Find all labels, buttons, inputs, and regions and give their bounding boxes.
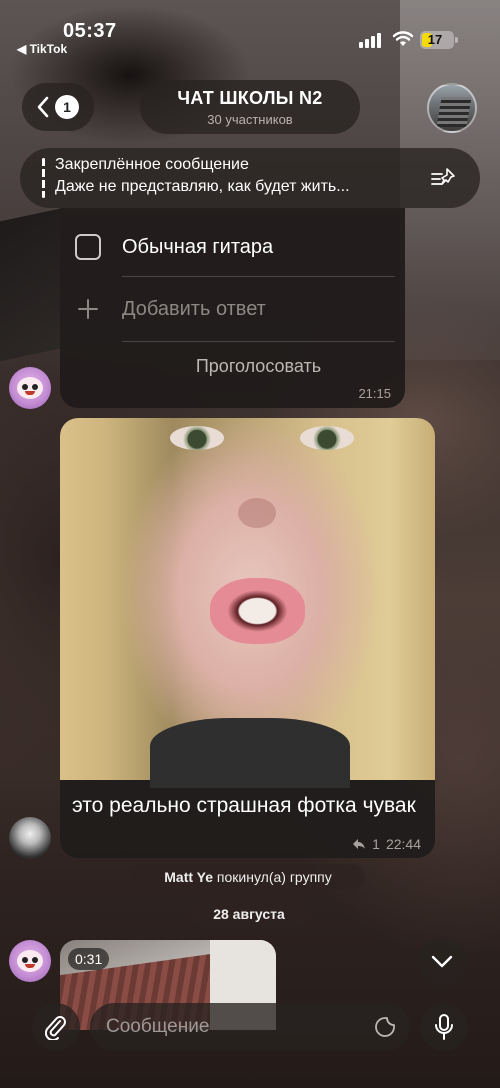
poll-option-checkbox[interactable] bbox=[75, 234, 101, 260]
video-duration: 0:31 bbox=[68, 948, 110, 970]
pinned-text: Даже не представляю, как будет жить... bbox=[55, 178, 350, 195]
pinned-label: Закреплённое сообщение bbox=[55, 156, 249, 173]
reply-count[interactable]: 1 bbox=[372, 836, 380, 852]
chat-title: ЧАТ ШКОЛЫ N2 bbox=[177, 88, 323, 108]
wifi-icon bbox=[392, 31, 414, 46]
divider bbox=[122, 276, 395, 277]
group-avatar[interactable] bbox=[427, 83, 477, 133]
sender-avatar[interactable] bbox=[9, 367, 51, 409]
status-time: 05:37 bbox=[63, 20, 117, 42]
divider bbox=[122, 341, 395, 342]
left-user-name[interactable]: Matt Ye bbox=[164, 869, 213, 885]
scroll-down-button[interactable] bbox=[417, 937, 467, 987]
message-input[interactable]: Сообщение bbox=[90, 1003, 410, 1051]
sender-avatar[interactable] bbox=[9, 940, 51, 982]
add-answer-button[interactable]: Добавить ответ bbox=[122, 298, 266, 321]
reply-icon[interactable] bbox=[352, 838, 366, 850]
pin-list-icon[interactable] bbox=[430, 166, 458, 190]
chat-title-button[interactable]: ЧАТ ШКОЛЫ N2 30 участников bbox=[140, 80, 360, 134]
back-to-app-link[interactable]: ◀ TikTok bbox=[17, 42, 67, 56]
microphone-icon bbox=[435, 1014, 453, 1040]
paperclip-icon bbox=[45, 1016, 66, 1040]
unread-count-badge: 1 bbox=[55, 95, 79, 119]
chevron-left-icon bbox=[37, 96, 49, 118]
battery-level: 17 bbox=[427, 32, 443, 47]
battery-icon: 17 bbox=[420, 31, 458, 49]
message-placeholder: Сообщение bbox=[106, 1016, 210, 1037]
sticker-icon[interactable] bbox=[374, 1016, 396, 1038]
plus-icon bbox=[78, 299, 98, 319]
chevron-down-icon bbox=[431, 955, 453, 968]
status-bar: 05:37 ◀ TikTok 17 bbox=[0, 0, 500, 62]
vote-button[interactable]: Проголосовать bbox=[122, 356, 395, 396]
message-timestamp: 22:44 bbox=[385, 836, 421, 852]
poll-message: Обычная гитара Добавить ответ Проголосов… bbox=[60, 208, 405, 408]
sender-avatar[interactable] bbox=[9, 817, 51, 859]
photo-caption: это реально страшная фотка чувак bbox=[72, 794, 416, 817]
poll-option-label: Обычная гитара bbox=[122, 236, 274, 258]
date-separator: 28 августа bbox=[190, 901, 308, 927]
chat-member-count: 30 участников bbox=[207, 112, 293, 127]
voice-record-button[interactable] bbox=[420, 1003, 468, 1051]
pinned-message-bar[interactable]: Закреплённое сообщение Даже не представл… bbox=[20, 148, 480, 208]
wallpaper-screen bbox=[0, 208, 60, 362]
poll-timestamp: 21:15 bbox=[358, 386, 391, 401]
poll-option[interactable]: Обычная гитара bbox=[60, 212, 405, 276]
left-group-text: покинул(а) группу bbox=[216, 869, 332, 885]
message-meta: 1 22:44 bbox=[352, 836, 421, 852]
message-photo[interactable] bbox=[60, 418, 435, 788]
signal-icon bbox=[359, 33, 383, 48]
photo-message[interactable]: это реально страшная фотка чувак 1 22:44 bbox=[60, 418, 435, 858]
back-button[interactable]: 1 bbox=[22, 83, 94, 131]
attach-button[interactable] bbox=[32, 1003, 80, 1051]
service-message: Matt Ye покинул(а) группу bbox=[131, 864, 365, 890]
